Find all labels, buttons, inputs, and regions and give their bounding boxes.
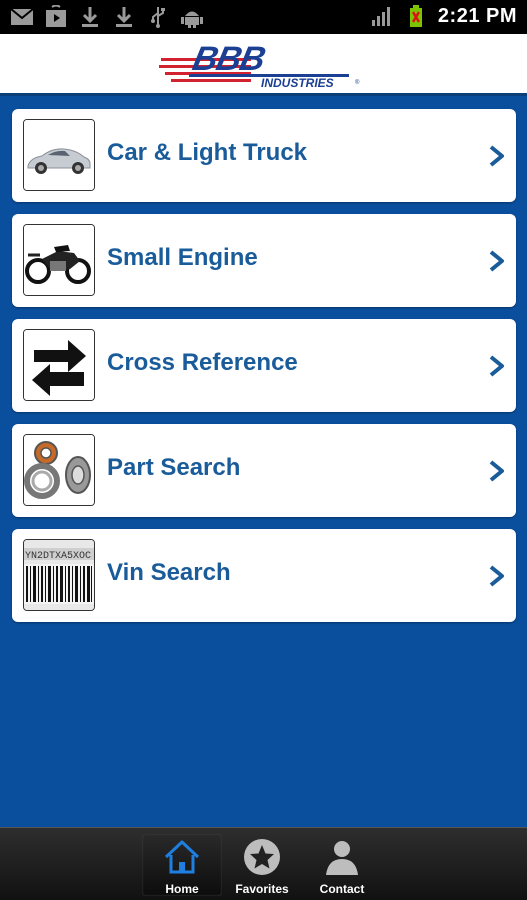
signal-icon <box>371 7 390 26</box>
home-icon <box>164 840 200 874</box>
download-icon <box>116 7 132 27</box>
download-icon <box>82 7 98 27</box>
bottom-tab-bar: Home Favorites Contact <box>0 827 527 900</box>
gmail-icon <box>10 8 34 25</box>
app-header: BBB INDUSTRIES ® <box>0 34 527 96</box>
battery-icon <box>409 5 422 27</box>
menu-item-label: Cross Reference <box>107 349 298 376</box>
tab-contact[interactable]: Contact <box>302 834 382 896</box>
svg-text:INDUSTRIES: INDUSTRIES <box>261 76 334 90</box>
status-bar: 2:21 PM <box>0 0 527 34</box>
vin-barcode-icon: YN2DTXA5XOC <box>23 539 95 611</box>
tab-label: Contact <box>319 882 365 896</box>
menu-item-car-light-truck[interactable]: Car & Light Truck <box>12 109 516 202</box>
star-icon <box>244 839 280 875</box>
menu-item-cross-reference[interactable]: Cross Reference <box>12 319 516 412</box>
android-icon <box>181 11 203 28</box>
play-store-icon <box>46 5 66 27</box>
menu-item-label: Car & Light Truck <box>107 139 308 166</box>
chevron-right-icon <box>489 355 504 377</box>
main-menu: Car & Light Truck Small Engine Cross Ref… <box>12 109 516 634</box>
usb-icon <box>151 7 165 28</box>
menu-item-vin-search[interactable]: YN2DTXA5XOC Vin Search <box>12 529 516 622</box>
car-icon <box>23 119 95 191</box>
chevron-right-icon <box>489 250 504 272</box>
swap-arrows-icon <box>23 329 95 401</box>
tab-favorites[interactable]: Favorites <box>222 834 302 896</box>
menu-item-small-engine[interactable]: Small Engine <box>12 214 516 307</box>
tab-label: Home <box>165 882 199 896</box>
tab-label: Favorites <box>235 882 289 896</box>
clock: 2:21 PM <box>437 4 517 27</box>
chevron-right-icon <box>489 460 504 482</box>
menu-item-label: Small Engine <box>107 244 258 271</box>
svg-text:®: ® <box>355 79 360 86</box>
chevron-right-icon <box>489 565 504 587</box>
motorcycle-icon <box>23 224 95 296</box>
svg-text:YN2DTXA5XOC: YN2DTXA5XOC <box>25 551 91 562</box>
menu-item-label: Vin Search <box>107 559 231 586</box>
person-icon <box>326 841 358 875</box>
svg-text:BBB: BBB <box>189 42 268 78</box>
bearing-icon <box>23 434 95 506</box>
tab-home[interactable]: Home <box>142 834 222 896</box>
menu-item-label: Part Search <box>107 454 241 481</box>
menu-item-part-search[interactable]: Part Search <box>12 424 516 517</box>
bbb-industries-logo: BBB INDUSTRIES ® <box>159 42 360 90</box>
chevron-right-icon <box>489 145 504 167</box>
